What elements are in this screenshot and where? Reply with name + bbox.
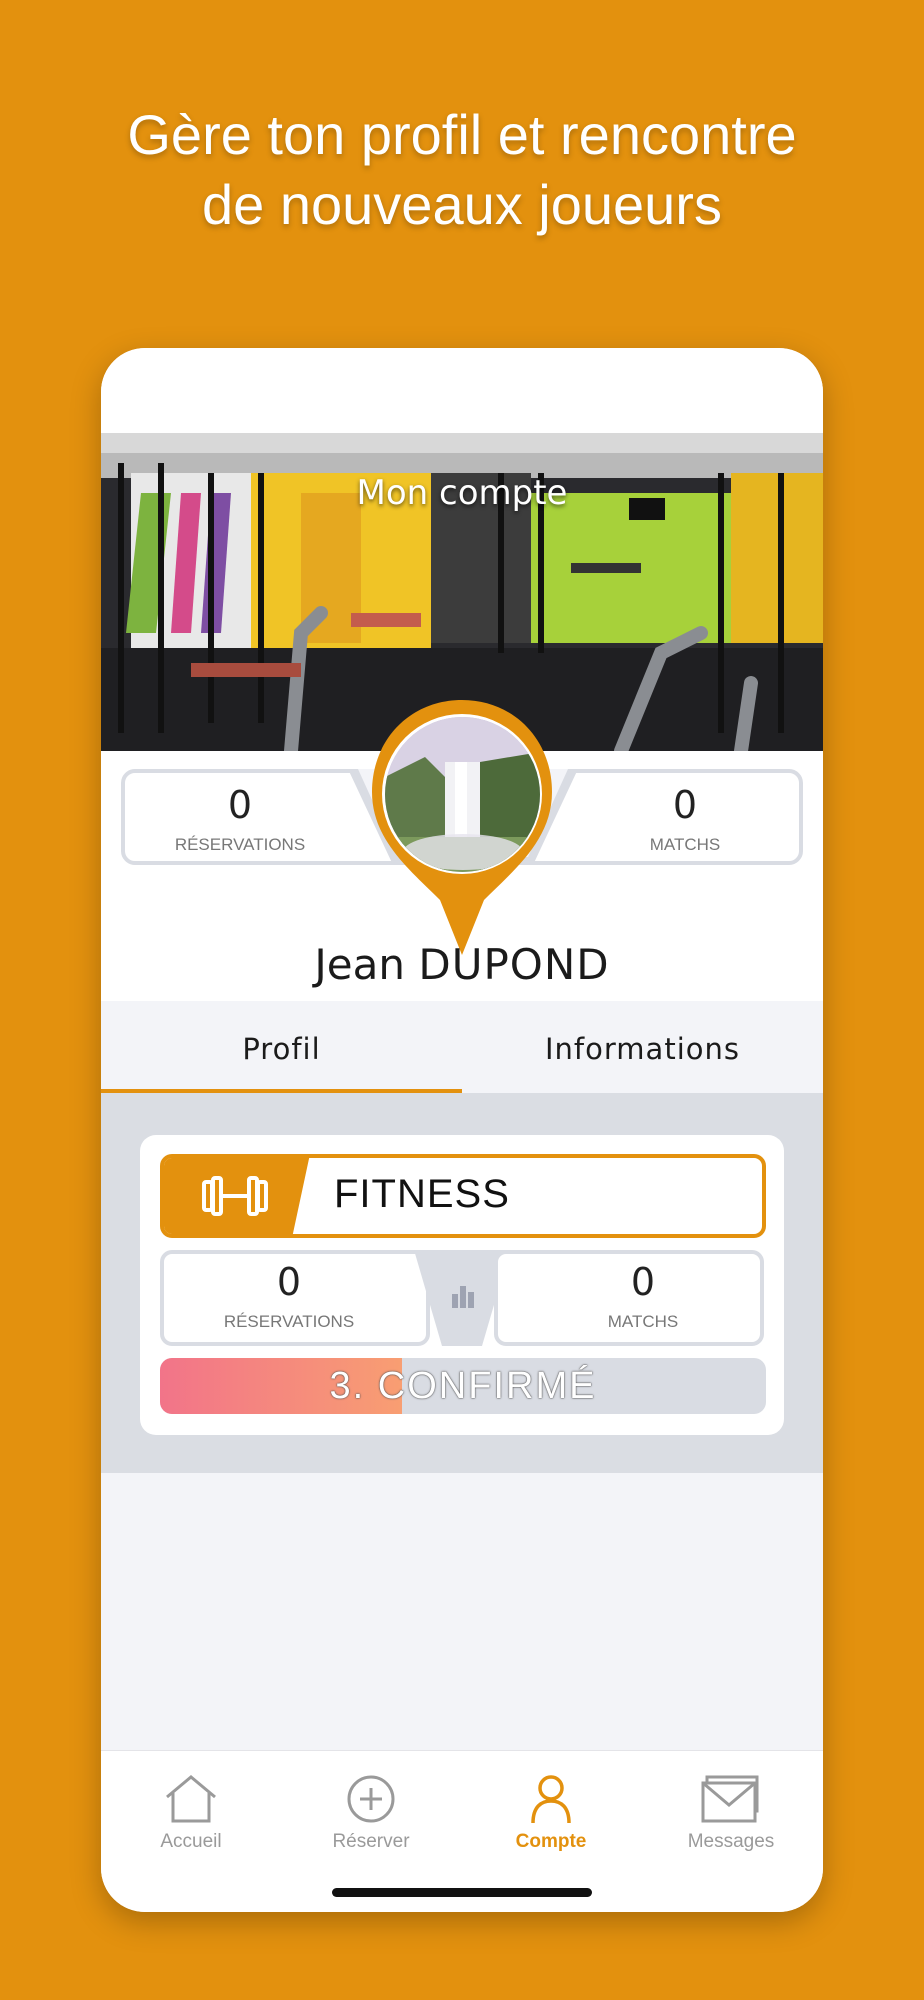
- matchs-label: MATCHS: [649, 835, 721, 854]
- headline-line-2: de nouveaux joueurs: [202, 173, 722, 236]
- status-bar: [101, 348, 823, 433]
- sport-matchs-stat: 0 MATCHS: [494, 1250, 764, 1346]
- nav-reserver-label: Réserver: [332, 1831, 410, 1852]
- tab-informations[interactable]: Informations: [462, 1001, 823, 1093]
- sport-reservations-stat: 0 RÉSERVATIONS: [160, 1250, 430, 1346]
- reservations-label: RÉSERVATIONS: [174, 835, 306, 854]
- sport-reservations-count: 0: [276, 1260, 302, 1304]
- tab-profil[interactable]: Profil: [101, 1001, 462, 1093]
- sport-name: FITNESS: [334, 1172, 510, 1216]
- page-title: Mon compte: [356, 473, 568, 513]
- nav-compte-label: Compte: [515, 1831, 587, 1852]
- level-label: 3. CONFIRMÉ: [329, 1365, 597, 1407]
- nav-reserver[interactable]: Réserver: [281, 1771, 461, 1871]
- nav-messages-label: Messages: [687, 1831, 775, 1852]
- profile-tabs: Profil Informations: [101, 1001, 823, 1093]
- sport-matchs-count: 0: [630, 1260, 656, 1304]
- nav-messages[interactable]: Messages: [641, 1771, 821, 1871]
- sport-icon-panel: [164, 1158, 310, 1234]
- plus-circle-icon: [347, 1775, 395, 1823]
- avatar[interactable]: [370, 700, 555, 960]
- nav-compte[interactable]: Compte: [461, 1771, 641, 1871]
- home-icon: [166, 1775, 216, 1823]
- phone-screen: Mon compte 0 RÉSERVATIONS 0 MATCHS Jean …: [101, 348, 823, 1912]
- envelope-icon: [701, 1775, 759, 1823]
- nav-accueil-label: Accueil: [160, 1831, 222, 1852]
- last-name: DUPOND: [418, 940, 610, 989]
- sport-header: FITNESS: [160, 1154, 766, 1238]
- sport-card[interactable]: FITNESS 0 RÉSERVATIONS 0 MATCHS 3. CONFI…: [140, 1135, 784, 1435]
- user-name: Jean DUPOND: [101, 940, 823, 989]
- first-name: Jean: [314, 940, 405, 989]
- avatar-photo: [385, 717, 540, 872]
- headline-line-1: Gère ton profil et rencontre: [127, 103, 797, 166]
- matchs-count: 0: [672, 783, 698, 827]
- user-icon: [531, 1775, 571, 1824]
- headline: Gère ton profil et rencontre de nouveaux…: [0, 100, 924, 240]
- nav-accueil[interactable]: Accueil: [101, 1771, 281, 1871]
- home-indicator: [332, 1888, 592, 1897]
- sport-reservations-label: RÉSERVATIONS: [223, 1312, 355, 1331]
- level-progress-bar: 3. CONFIRMÉ: [160, 1358, 766, 1414]
- reservations-count: 0: [227, 783, 253, 827]
- sport-matchs-label: MATCHS: [607, 1312, 679, 1331]
